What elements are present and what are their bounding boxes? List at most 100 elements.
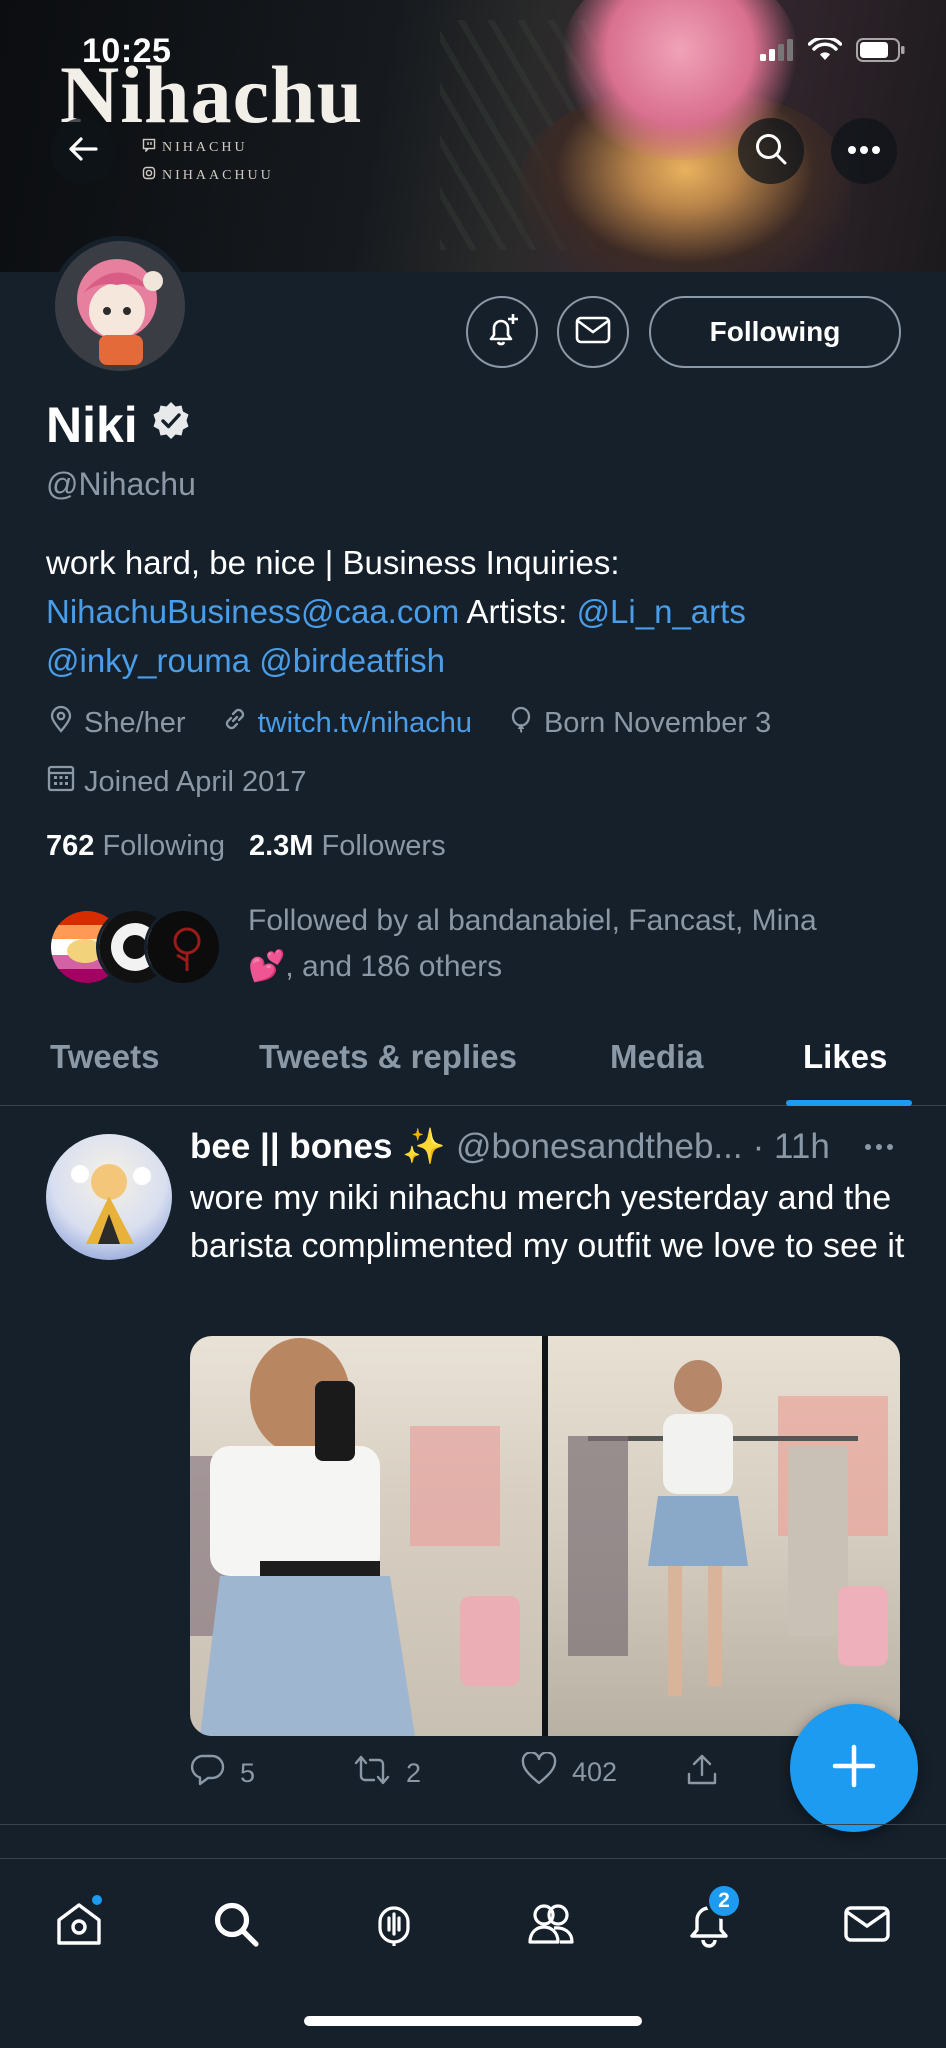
tweet-author-avatar[interactable] — [46, 1134, 172, 1260]
retweet-action[interactable]: 2 — [352, 1752, 421, 1795]
status-time: 10:25 — [82, 32, 172, 70]
like-action[interactable]: 402 — [520, 1751, 618, 1793]
bio-mention-li-n-arts[interactable]: @Li_n_arts — [577, 593, 746, 630]
followed-by-avatars[interactable] — [48, 908, 222, 986]
heart-icon — [520, 1751, 558, 1793]
tab-media[interactable]: Media — [610, 1038, 704, 1076]
notifications-bell-button[interactable] — [466, 296, 538, 368]
more-horizontal-icon — [862, 1144, 896, 1168]
home-unread-dot — [90, 1893, 104, 1907]
tab-tweets[interactable]: Tweets — [50, 1038, 159, 1076]
joined-item: Joined April 2017 — [46, 763, 307, 801]
profile-joined-row: Joined April 2017 — [46, 763, 341, 801]
pronouns-text: She/her — [84, 706, 186, 739]
profile-meta-row: She/her twitch.tv/nihachu Born November … — [46, 704, 805, 742]
tweet-photo-1[interactable] — [190, 1336, 542, 1736]
message-button[interactable] — [557, 296, 629, 368]
website-link[interactable]: twitch.tv/nihachu — [258, 707, 472, 740]
active-tab-indicator — [786, 1100, 912, 1106]
birthday-item: Born November 3 — [506, 704, 771, 742]
calendar-icon — [46, 763, 76, 801]
verified-badge-icon — [150, 396, 192, 454]
following-count-link[interactable]: 762 Following — [46, 830, 225, 863]
nav-home[interactable] — [44, 1891, 114, 1961]
followed-by-line1: Followed by al bandanabiel, Fancast, Min… — [248, 904, 817, 937]
profile-name-row: Niki — [46, 396, 192, 454]
tweet-author-handle[interactable]: @bonesandtheb... — [456, 1127, 743, 1167]
nav-messages[interactable] — [832, 1891, 902, 1961]
search-icon — [210, 1898, 262, 1955]
followers-count: 2.3M — [248, 830, 314, 862]
plus-icon — [831, 1743, 877, 1794]
tweet-author-name[interactable]: bee || bones — [190, 1127, 392, 1167]
tab-tweets-replies[interactable]: Tweets & replies — [259, 1038, 517, 1076]
two-hearts-emoji: 💕 — [248, 950, 286, 983]
nav-communities[interactable] — [516, 1891, 586, 1961]
battery-icon — [856, 38, 906, 67]
tweet-text: wore my niki nihachu merch yesterday and… — [190, 1179, 905, 1265]
follower-avatar-3 — [144, 908, 222, 986]
banner-line1-text: NIHACHU — [162, 139, 248, 155]
bio-text: work hard, be nice | Business Inquiries: — [46, 544, 620, 581]
retweet-count: 2 — [406, 1758, 422, 1788]
birthday-text: Born November 3 — [543, 706, 772, 739]
reply-icon — [190, 1752, 226, 1795]
banner-line-twitch: NIHACHU — [142, 138, 248, 157]
profile-tabs: Tweets Tweets & replies Media Likes — [0, 1020, 946, 1106]
nav-notifications[interactable]: 2 — [674, 1883, 744, 1961]
more-options-button[interactable] — [831, 118, 897, 184]
like-count: 402 — [572, 1757, 618, 1787]
bio-artists-label: Artists: — [459, 593, 577, 630]
follow-counts: 762 Following 2.3M Followers — [46, 830, 446, 863]
instagram-icon — [142, 166, 156, 185]
balloon-icon — [506, 704, 536, 742]
bio-email-link[interactable]: NihachuBusiness@caa.com — [46, 593, 459, 630]
search-icon — [753, 131, 789, 172]
search-button[interactable] — [738, 118, 804, 184]
website-item[interactable]: twitch.tv/nihachu — [220, 704, 472, 742]
profile-bio: work hard, be nice | Business Inquiries:… — [46, 538, 906, 685]
more-horizontal-icon — [847, 142, 881, 160]
bio-mention-birdeatfish[interactable]: @birdeatfish — [259, 642, 445, 679]
tweet-more-button[interactable] — [862, 1130, 896, 1169]
followed-by-line2: , and 186 others — [285, 950, 503, 983]
spaces-microphone-icon — [368, 1898, 420, 1955]
profile-avatar[interactable] — [50, 236, 190, 376]
pronouns-item: She/her — [46, 704, 186, 742]
tweet-media[interactable] — [190, 1336, 900, 1736]
followers-label: Followers — [321, 830, 446, 862]
profile-handle: @Nihachu — [46, 466, 196, 502]
location-pin-icon — [46, 704, 76, 742]
nav-spaces[interactable] — [359, 1891, 429, 1961]
back-button[interactable] — [50, 118, 116, 184]
tweet-time: · 11h — [752, 1126, 830, 1166]
tweet-actions: 5 2 402 — [190, 1751, 790, 1802]
arrow-left-icon — [66, 132, 100, 171]
bio-mention-inky-rouma[interactable]: @inky_rouma — [46, 642, 250, 679]
status-icons — [760, 35, 906, 67]
nav-search[interactable] — [201, 1891, 271, 1961]
banner-line-instagram: NIHAACHUU — [142, 166, 274, 185]
mail-icon — [575, 315, 611, 350]
compose-tweet-button[interactable] — [790, 1704, 918, 1832]
reply-action[interactable]: 5 — [190, 1752, 255, 1795]
joined-text: Joined April 2017 — [84, 765, 307, 798]
tweet-header: bee || bones ✨ @bonesandtheb... · 11h — [190, 1126, 830, 1167]
tweet-photo-2[interactable] — [548, 1336, 900, 1736]
reply-count: 5 — [240, 1758, 256, 1788]
tab-likes[interactable]: Likes — [803, 1038, 887, 1076]
home-indicator — [304, 2016, 642, 2026]
share-icon — [684, 1752, 720, 1795]
followed-by-text[interactable]: Followed by al bandanabiel, Fancast, Min… — [248, 898, 888, 990]
following-label: Following — [102, 830, 225, 862]
notifications-badge: 2 — [706, 1883, 742, 1919]
link-icon — [220, 704, 250, 742]
retweet-icon — [352, 1752, 392, 1795]
followers-count-link[interactable]: 2.3M Followers — [249, 830, 446, 863]
share-action[interactable] — [684, 1752, 720, 1795]
banner-line2-text: NIHAACHUU — [162, 167, 274, 183]
wifi-icon — [807, 35, 843, 67]
twitch-icon — [142, 138, 156, 157]
following-button[interactable]: Following — [649, 296, 901, 368]
sparkles-emoji: ✨ — [402, 1127, 447, 1166]
